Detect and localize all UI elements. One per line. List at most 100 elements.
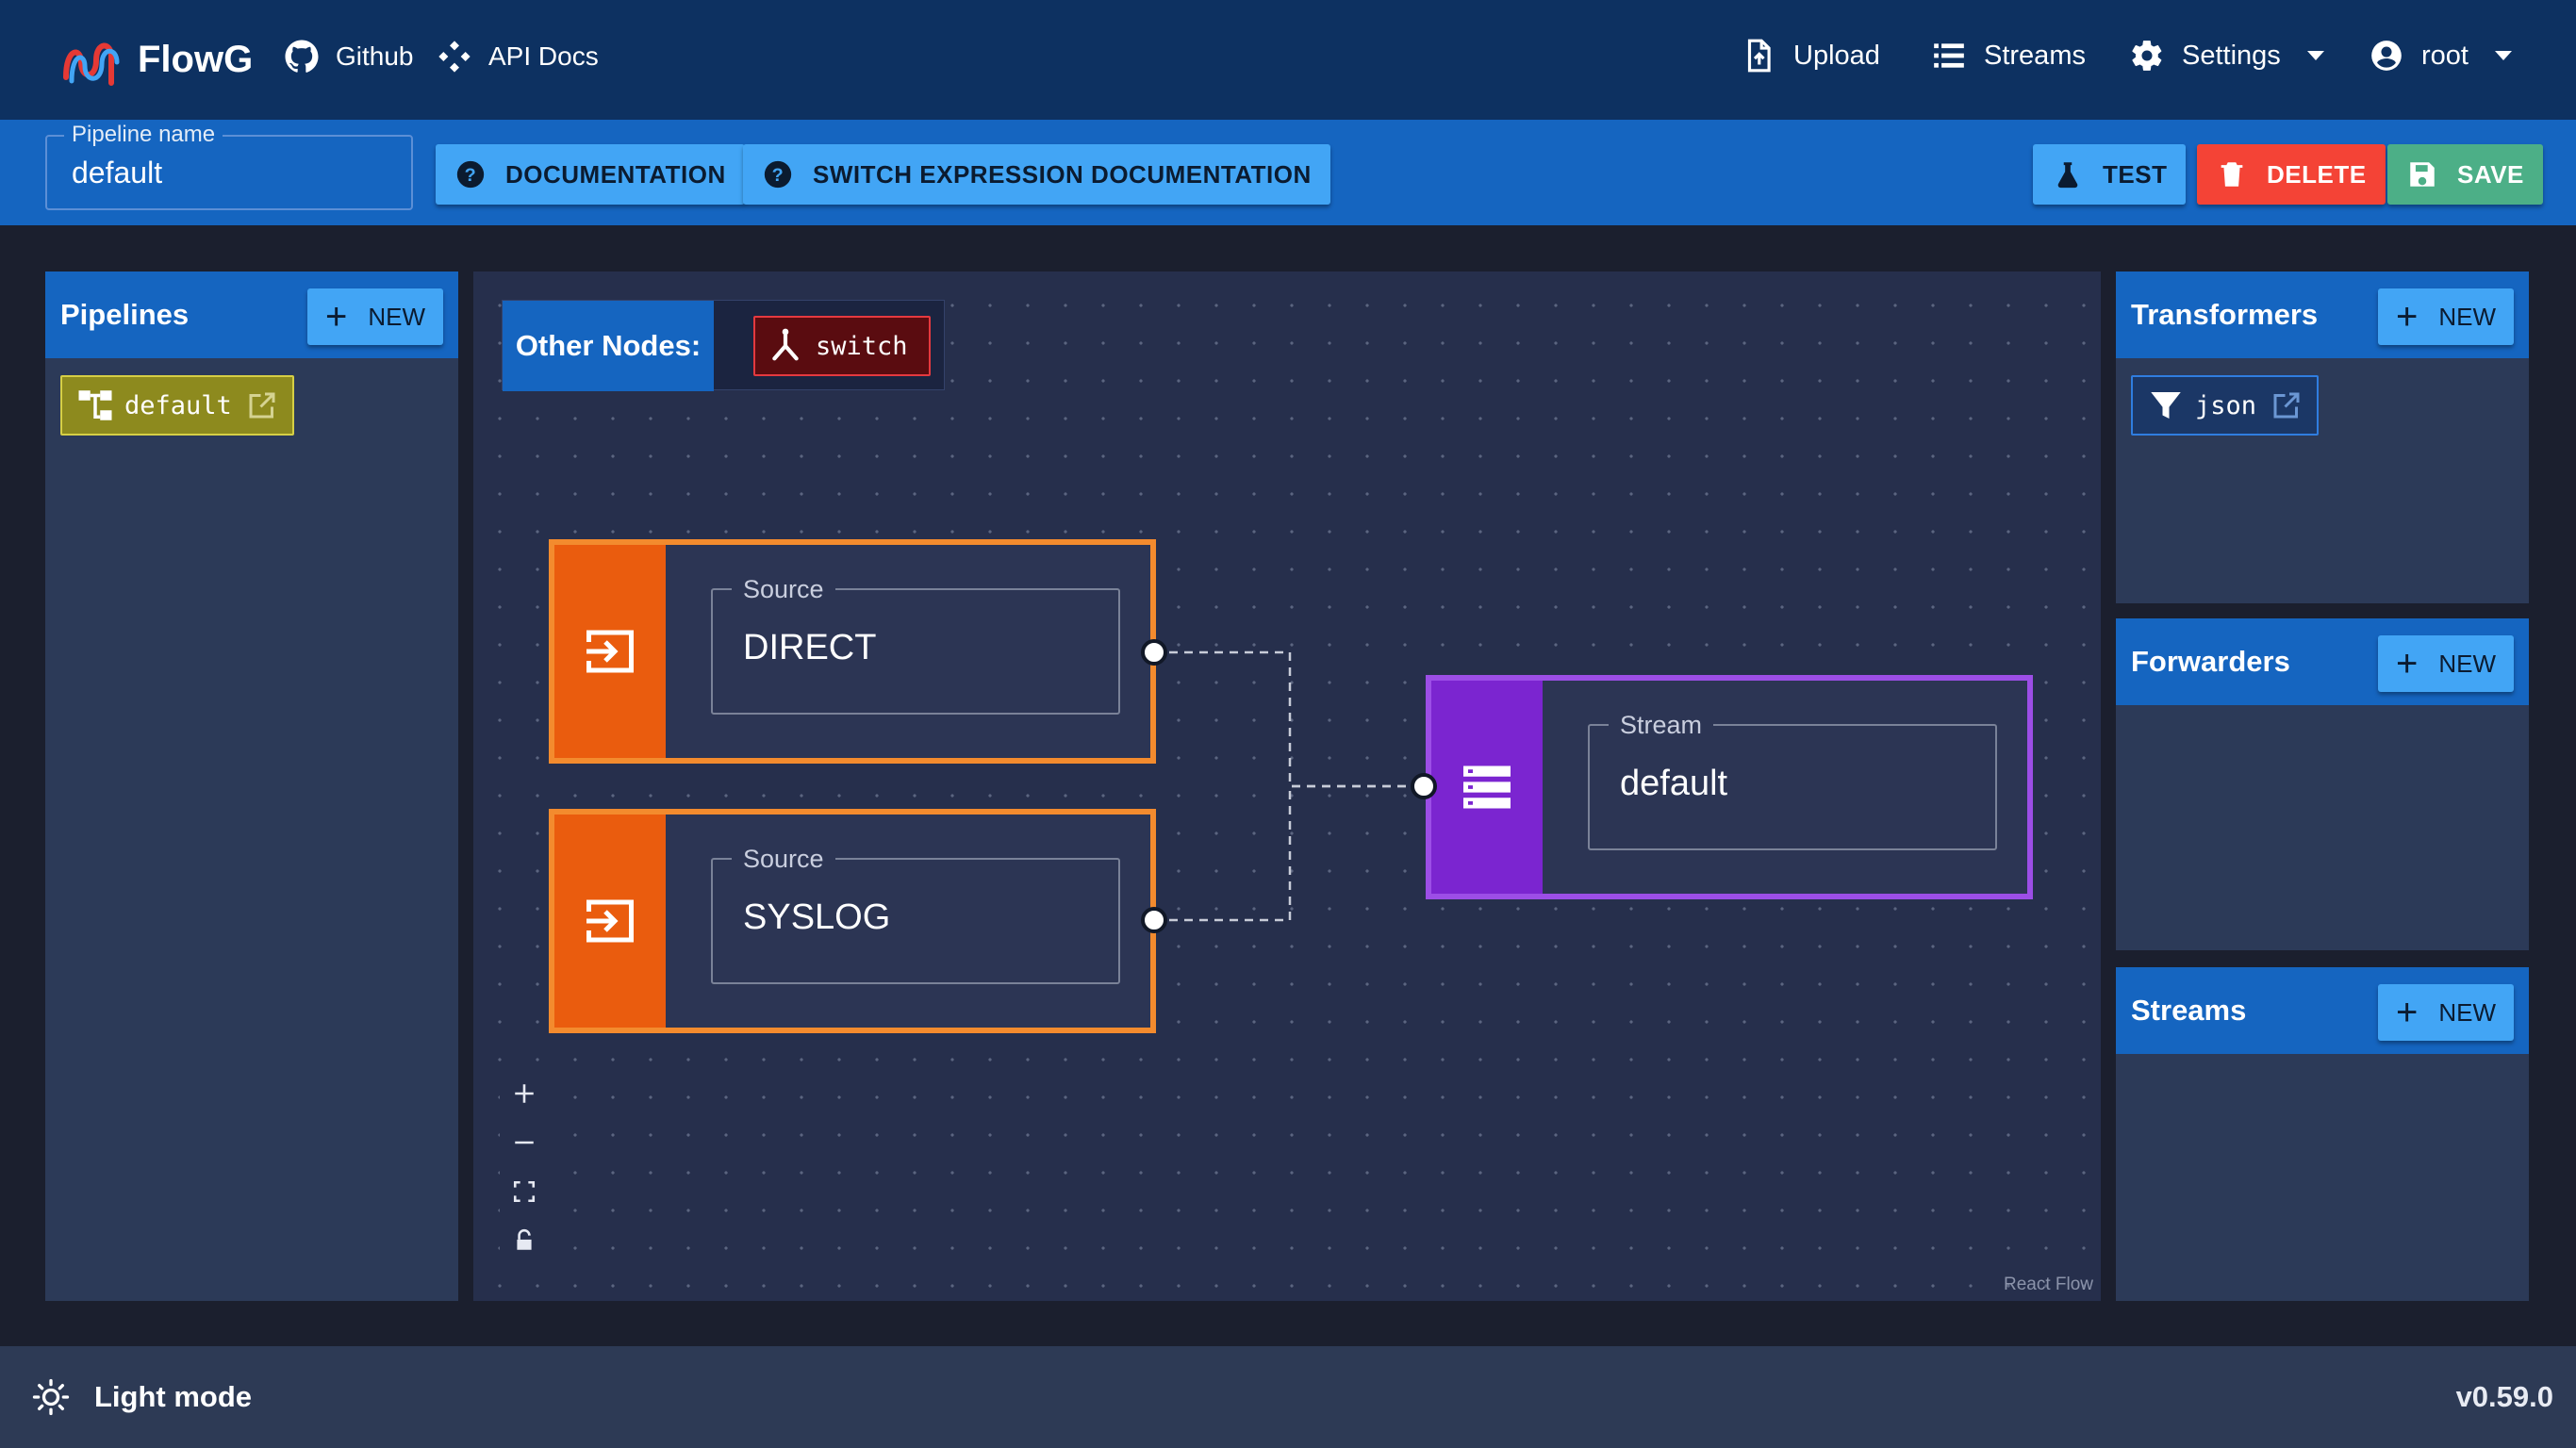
source-field: Source SYSLOG <box>711 845 1120 984</box>
transformers-panel-header: Transformers + NEW <box>2116 272 2529 358</box>
edge-syslog-to-stream <box>1154 784 1426 922</box>
svg-text:?: ? <box>772 165 784 186</box>
pipeline-name-field[interactable]: Pipeline name default <box>45 122 413 210</box>
flask-icon <box>2057 162 2078 189</box>
api-docs-link[interactable]: API Docs <box>436 38 599 75</box>
lock-icon <box>517 1228 532 1250</box>
source-value: DIRECT <box>743 628 877 667</box>
new-forwarder-button[interactable]: + NEW <box>2378 635 2514 692</box>
sun-icon <box>32 1378 70 1416</box>
theme-toggle-button[interactable]: Light mode <box>32 1378 252 1416</box>
gear-icon <box>2132 41 2162 71</box>
stream-value: default <box>1620 764 1728 803</box>
github-link[interactable]: Github <box>283 38 414 75</box>
user-menu[interactable]: root <box>2369 38 2512 74</box>
transformer-item-label: json <box>2195 390 2257 420</box>
plus-icon: + <box>2395 296 2419 337</box>
chevron-down-icon <box>2306 51 2324 60</box>
fit-view-button[interactable] <box>500 1167 549 1216</box>
help-circle-icon: ? <box>456 160 485 189</box>
forwarders-panel: Forwarders + NEW <box>2116 618 2529 950</box>
source-direct-output-handle[interactable] <box>1141 639 1167 666</box>
upload-link[interactable]: Upload <box>1741 38 1880 74</box>
upload-label: Upload <box>1793 40 1880 71</box>
switch-expression-documentation-label: SWITCH EXPRESSION DOCUMENTATION <box>813 159 1312 189</box>
source-node-syslog[interactable]: Source SYSLOG <box>549 809 1156 1033</box>
input-arrow-icon <box>586 899 634 943</box>
streams-panel-header: Streams + NEW <box>2116 967 2529 1054</box>
source-node-band <box>554 545 666 758</box>
flowg-logo-icon <box>63 42 120 86</box>
plus-icon <box>515 1084 534 1103</box>
pipelines-panel-header: Pipelines + NEW <box>45 272 458 358</box>
react-flow-attribution[interactable]: React Flow <box>2004 1275 2093 1295</box>
svg-text:?: ? <box>465 165 477 186</box>
github-icon <box>285 40 319 73</box>
settings-label: Settings <box>2182 40 2281 71</box>
pipeline-name-value[interactable]: default <box>72 156 162 190</box>
trash-icon <box>2221 162 2243 187</box>
switch-expression-documentation-button[interactable]: ? SWITCH EXPRESSION DOCUMENTATION <box>743 144 1330 205</box>
toggle-interactivity-button[interactable] <box>500 1216 549 1265</box>
delete-label: DELETE <box>2267 159 2367 189</box>
transformers-panel: Transformers + NEW json <box>2116 272 2529 603</box>
transformers-title: Transformers <box>2131 298 2319 331</box>
stream-input-handle[interactable] <box>1411 773 1437 799</box>
documentation-label: DOCUMENTATION <box>505 159 726 189</box>
new-transformer-label: NEW <box>2438 302 2497 331</box>
filter-icon <box>2151 392 2181 419</box>
stream-node-band <box>1431 681 1543 894</box>
delete-button[interactable]: DELETE <box>2197 144 2386 205</box>
test-button[interactable]: TEST <box>2033 144 2187 205</box>
source-node-direct[interactable]: Source DIRECT <box>549 539 1156 764</box>
pipelines-title: Pipelines <box>60 298 190 331</box>
open-external-icon[interactable] <box>245 388 279 422</box>
streams-label: Streams <box>1984 40 2086 71</box>
source-value: SYSLOG <box>743 897 891 937</box>
source-field: Source DIRECT <box>711 575 1120 715</box>
upload-file-icon <box>1747 39 1771 73</box>
storage-icon <box>1463 765 1511 809</box>
new-transformer-button[interactable]: + NEW <box>2378 288 2514 345</box>
streams-link[interactable]: Streams <box>1931 38 2086 74</box>
new-stream-button[interactable]: + NEW <box>2378 984 2514 1041</box>
brand-name: FlowG <box>138 38 254 80</box>
new-pipeline-button[interactable]: + NEW <box>307 288 443 345</box>
save-label: SAVE <box>2457 159 2524 189</box>
save-button[interactable]: SAVE <box>2387 144 2543 205</box>
new-forwarder-label: NEW <box>2438 649 2497 678</box>
fullscreen-icon <box>513 1180 536 1203</box>
settings-menu[interactable]: Settings <box>2129 38 2324 74</box>
help-circle-icon: ? <box>764 160 792 189</box>
streams-list-icon <box>1934 43 1964 68</box>
pipeline-flow-canvas[interactable]: Other Nodes: switch Source DIRECT Source… <box>473 272 2101 1301</box>
transformer-item-json[interactable]: json <box>2131 375 2320 436</box>
source-syslog-output-handle[interactable] <box>1141 907 1167 933</box>
save-icon <box>2410 162 2435 187</box>
source-kind-label: Source <box>732 575 835 604</box>
open-external-icon[interactable] <box>2270 388 2304 422</box>
edge-direct-to-stream <box>1154 650 1426 788</box>
pipeline-item-default[interactable]: default <box>60 375 294 436</box>
plus-icon: + <box>2395 643 2419 684</box>
zoom-in-button[interactable] <box>500 1069 549 1118</box>
plus-icon: + <box>2395 992 2419 1033</box>
api-docs-link-label: API Docs <box>488 41 599 71</box>
documentation-button[interactable]: ? DOCUMENTATION <box>436 144 745 205</box>
pipeline-toolbar: Pipeline name default ? DOCUMENTATION ? … <box>0 120 2576 225</box>
stream-node-default[interactable]: Stream default <box>1426 675 2033 899</box>
pipelines-panel: Pipelines + NEW default <box>45 272 458 1301</box>
github-link-label: Github <box>336 41 414 71</box>
new-pipeline-label: NEW <box>368 302 426 331</box>
stream-kind-label: Stream <box>1609 711 1714 740</box>
streams-panel: Streams + NEW <box>2116 967 2529 1301</box>
source-kind-label: Source <box>732 845 835 874</box>
stream-field: Stream default <box>1588 711 1997 850</box>
streams-title: Streams <box>2131 994 2247 1027</box>
pipeline-tree-icon <box>78 390 112 420</box>
new-stream-label: NEW <box>2438 997 2497 1027</box>
theme-toggle-label: Light mode <box>94 1380 253 1413</box>
zoom-out-button[interactable] <box>500 1118 549 1167</box>
footer: Light mode v0.59.0 <box>0 1346 2576 1448</box>
brand[interactable]: FlowG <box>58 28 253 90</box>
